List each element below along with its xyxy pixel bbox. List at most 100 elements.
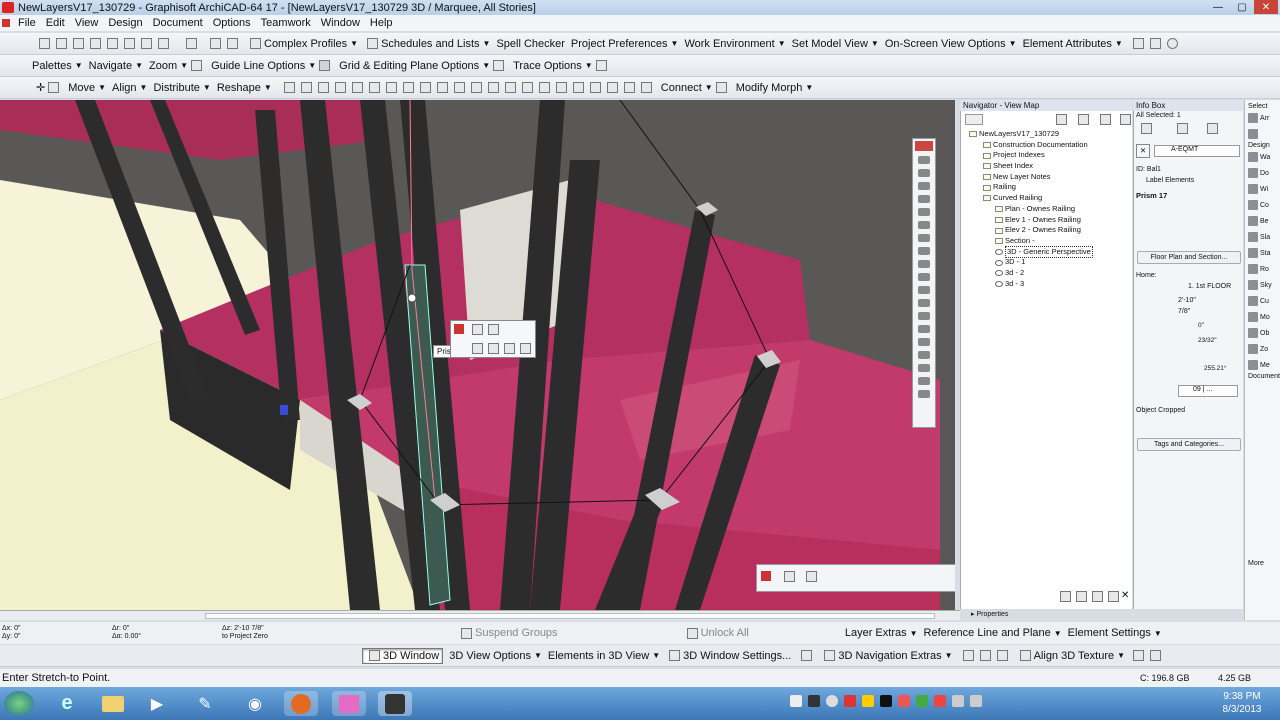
tree-view[interactable]: 3d - 2 — [961, 268, 1133, 279]
volume-tray-icon[interactable] — [970, 695, 982, 707]
clone-icon[interactable] — [1076, 591, 1087, 602]
tool-icon[interactable] — [918, 338, 930, 346]
tray-icon[interactable] — [790, 695, 802, 707]
explorer-icon[interactable] — [96, 691, 130, 716]
element-settings-menu[interactable]: Element Settings ▼ — [1068, 627, 1162, 639]
layer-dropdown[interactable]: A-EQMT — [1154, 145, 1240, 157]
tool-icon[interactable] — [918, 299, 930, 307]
palette-close-icon[interactable] — [915, 141, 933, 151]
eye-icon[interactable] — [962, 650, 974, 661]
tray-icon[interactable] — [844, 695, 856, 707]
grid-editing-plane-menu[interactable]: Grid & Editing Plane Options ▼ — [339, 60, 490, 72]
tool-icon[interactable] — [918, 195, 930, 203]
menu-file[interactable]: File — [13, 17, 41, 29]
tool-icon[interactable] — [918, 156, 930, 164]
close-button[interactable]: ✕ — [1254, 0, 1278, 14]
complex-profiles-menu[interactable]: Complex Profiles ▼ — [247, 38, 358, 50]
fillet-icon[interactable] — [504, 82, 516, 93]
project-preferences-menu[interactable]: Project Preferences ▼ — [571, 38, 679, 50]
menu-help[interactable]: Help — [365, 17, 398, 29]
trace-icon[interactable] — [493, 60, 505, 71]
navigator-menu-button[interactable] — [965, 114, 983, 125]
folder-icon[interactable] — [1092, 591, 1103, 602]
tool-icon[interactable] — [918, 169, 930, 177]
palette-icon[interactable] — [1149, 38, 1161, 49]
tree-folder[interactable]: Sheet Index — [961, 161, 1133, 172]
tool-stair[interactable]: Sta — [1245, 245, 1280, 261]
camera-icon[interactable] — [801, 650, 813, 661]
tool-icon[interactable] — [918, 312, 930, 320]
resize-icon[interactable] — [487, 82, 499, 93]
tree-folder[interactable]: Construction Documentation — [961, 140, 1133, 151]
network-tray-icon[interactable] — [952, 695, 964, 707]
close-palette-icon[interactable] — [761, 571, 771, 581]
tool-icon[interactable] — [918, 273, 930, 281]
tool-icon[interactable] — [918, 221, 930, 229]
snap-icon[interactable] — [283, 82, 295, 93]
drag-copy-icon[interactable] — [555, 82, 567, 93]
stack-icon[interactable] — [227, 38, 238, 49]
tool-curtain-wall[interactable]: Cu — [1245, 293, 1280, 309]
3d-navigation-extras-menu[interactable]: 3D Navigation Extras ▼ — [821, 650, 953, 662]
curve-icon[interactable] — [402, 82, 414, 93]
tray-icon[interactable] — [862, 695, 874, 707]
reference-line-menu[interactable]: Reference Line and Plane ▼ — [924, 627, 1062, 639]
tool-icon[interactable] — [918, 182, 930, 190]
ie-icon[interactable]: e — [50, 691, 84, 716]
reference-icon[interactable] — [595, 60, 607, 71]
tool-icon[interactable] — [918, 260, 930, 268]
arrange-icon[interactable] — [589, 82, 601, 93]
maximize-button[interactable]: ▢ — [1230, 0, 1254, 14]
app-icon[interactable]: ✎ — [188, 691, 222, 716]
redo-icon[interactable] — [107, 38, 118, 49]
layout-book-icon[interactable] — [1100, 114, 1111, 125]
inject-icon[interactable] — [141, 38, 152, 49]
tool-object[interactable]: Ob — [1245, 325, 1280, 341]
menu-document[interactable]: Document — [148, 17, 208, 29]
lock-icon[interactable] — [1207, 123, 1218, 134]
elevate-icon[interactable] — [538, 82, 550, 93]
tool-arrow[interactable]: Arr — [1245, 110, 1280, 126]
tool-skylight[interactable]: Sky — [1245, 277, 1280, 293]
menu-options[interactable]: Options — [208, 17, 256, 29]
tool-icon[interactable] — [918, 247, 930, 255]
layer-icon[interactable] — [806, 571, 817, 582]
offset-icon[interactable] — [488, 343, 499, 354]
stretch-icon[interactable] — [470, 82, 482, 93]
menu-window[interactable]: Window — [316, 17, 365, 29]
suspend-groups-button[interactable]: Suspend Groups — [458, 627, 558, 639]
tree-view[interactable]: Plan - Ownes Railing — [961, 204, 1133, 215]
brush-icon[interactable] — [996, 650, 1008, 661]
tree-folder[interactable]: Railing — [961, 182, 1133, 193]
tool-icon[interactable] — [918, 351, 930, 359]
menu-teamwork[interactable]: Teamwork — [256, 17, 316, 29]
distribute-menu[interactable]: Distribute ▼ — [153, 82, 210, 94]
elements-in-3d-menu[interactable]: Elements in 3D View ▼ — [548, 650, 660, 662]
zoom-menu[interactable]: Zoom ▼ — [149, 60, 188, 72]
remove-icon[interactable]: ✕ — [1136, 144, 1150, 158]
tray-icon[interactable] — [898, 695, 910, 707]
3d-viewport[interactable]: Pris — [0, 100, 955, 610]
down-icon[interactable] — [979, 650, 991, 661]
tree-folder[interactable]: Project Indexes — [961, 150, 1133, 161]
layer-extras-menu[interactable]: Layer Extras ▼ — [845, 627, 918, 639]
circle-icon[interactable] — [1166, 38, 1178, 49]
schedules-lists-menu[interactable]: Schedules and Lists ▼ — [364, 38, 490, 50]
label-elements[interactable]: Label Elements — [1146, 177, 1194, 184]
intersect-icon[interactable] — [521, 82, 533, 93]
tree-view[interactable]: 3D - 1 — [961, 257, 1133, 268]
clock[interactable]: 9:38 PM 8/3/2013 — [1212, 690, 1272, 716]
group-icon[interactable] — [606, 82, 618, 93]
3d-window-settings-button[interactable]: 3D Window Settings... — [666, 650, 791, 662]
settings-icon[interactable] — [1108, 591, 1119, 602]
start-button[interactable] — [4, 691, 34, 716]
media-player-icon[interactable]: ▶ — [140, 691, 174, 716]
network-icon[interactable]: ◉ — [238, 691, 272, 716]
tool-icon[interactable] — [918, 208, 930, 216]
horizontal-scrollbar[interactable] — [205, 613, 935, 619]
explode-icon[interactable] — [419, 82, 431, 93]
project-map-icon[interactable] — [1056, 114, 1067, 125]
guide-icon[interactable] — [191, 60, 203, 71]
tray-icon[interactable] — [808, 695, 820, 707]
stretch-icon[interactable] — [472, 343, 483, 354]
